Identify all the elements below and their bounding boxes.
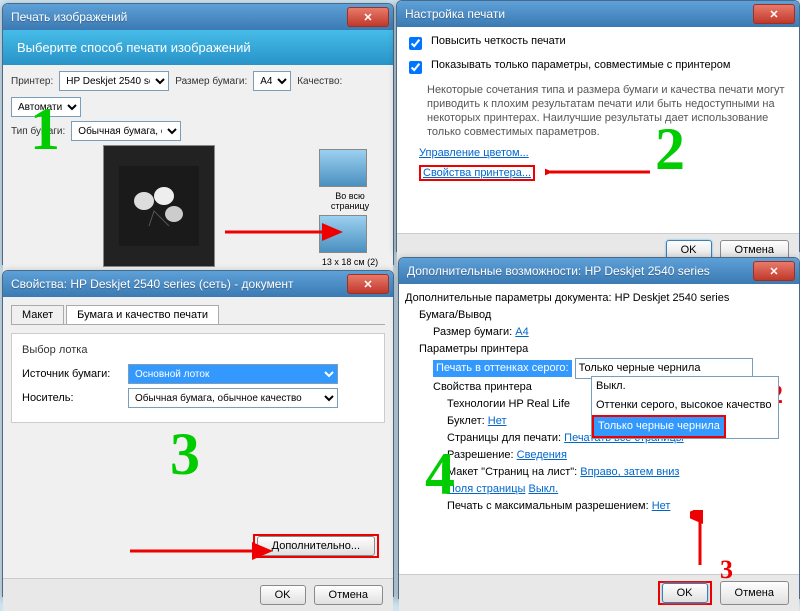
quality-select[interactable]: Автоматически <box>11 97 81 117</box>
close-icon[interactable]: ✕ <box>753 4 795 24</box>
print-pictures-dialog: Печать изображений ✕ Выберите способ печ… <box>2 3 394 265</box>
close-icon[interactable]: ✕ <box>347 274 389 294</box>
compat-description: Некоторые сочетания типа и размера бумаг… <box>405 83 791 147</box>
print-settings-dialog: Настройка печати ✕ Повысить четкость печ… <box>396 0 800 252</box>
quality-label: Качество: <box>297 76 342 87</box>
window-title: Печать изображений <box>7 10 347 24</box>
advanced-button[interactable]: Дополнительно... <box>257 536 375 556</box>
booklet-value[interactable]: Нет <box>488 415 507 427</box>
resolution-value[interactable]: Сведения <box>517 449 567 461</box>
grayscale-dropdown-list[interactable]: Выкл. Оттенки серого, высокое качество Т… <box>591 376 779 439</box>
color-management-link[interactable]: Управление цветом... <box>419 147 529 159</box>
grayscale-label[interactable]: Печать в оттенках серого: <box>433 360 572 377</box>
tree-paper-output[interactable]: Бумага/Вывод <box>419 307 793 324</box>
tray-group-title: Выбор лотка <box>22 344 374 356</box>
sharpen-checkbox[interactable] <box>409 37 422 50</box>
tree-printer-params[interactable]: Параметры принтера <box>419 341 793 358</box>
maxdpi-value[interactable]: Нет <box>652 500 671 512</box>
close-icon[interactable]: ✕ <box>347 7 389 27</box>
printer-properties-dialog: Свойства: HP Deskjet 2540 series (сеть) … <box>2 270 394 597</box>
ok-button[interactable]: OK <box>662 583 708 603</box>
paper-size-value[interactable]: A4 <box>515 326 528 338</box>
ok-button[interactable]: OK <box>260 585 306 605</box>
paper-source-label: Источник бумаги: <box>22 368 122 380</box>
layout-option-full[interactable] <box>319 149 367 187</box>
window-title: Настройка печати <box>401 7 753 21</box>
compatible-only-checkbox[interactable] <box>409 61 422 74</box>
tree-root: Дополнительные параметры документа: HP D… <box>405 290 793 307</box>
titlebar: Печать изображений ✕ <box>3 4 393 30</box>
window-title: Свойства: HP Deskjet 2540 series (сеть) … <box>7 277 347 291</box>
preview-image <box>103 145 215 267</box>
options-tree[interactable]: Дополнительные параметры документа: HP D… <box>405 290 793 515</box>
titlebar: Настройка печати ✕ <box>397 1 799 27</box>
instruction-banner: Выберите способ печати изображений <box>3 30 393 65</box>
cancel-button[interactable]: Отмена <box>314 585 383 605</box>
printer-select[interactable]: HP Deskjet 2540 series (сеть) <box>59 71 169 91</box>
paper-type-select[interactable]: Обычная бумага, обы <box>71 121 181 141</box>
advanced-options-dialog: Дополнительные возможности: HP Deskjet 2… <box>398 257 800 599</box>
media-label: Носитель: <box>22 392 122 404</box>
titlebar: Свойства: HP Deskjet 2540 series (сеть) … <box>3 271 393 297</box>
paper-source-select[interactable]: Основной лоток <box>128 364 338 384</box>
paper-size-select[interactable]: A4 <box>253 71 291 91</box>
cancel-button[interactable]: Отмена <box>720 581 789 605</box>
sharpen-label: Повысить четкость печати <box>431 35 566 47</box>
media-select[interactable]: Обычная бумага, обычное качество <box>128 388 338 408</box>
titlebar: Дополнительные возможности: HP Deskjet 2… <box>399 258 799 284</box>
printer-properties-link[interactable]: Свойства принтера... <box>423 167 531 179</box>
layout-option-13x18[interactable] <box>319 215 367 253</box>
pages-layout-value[interactable]: Вправо, затем вниз <box>580 466 679 478</box>
tab-layout[interactable]: Макет <box>11 305 64 324</box>
tab-paper-quality[interactable]: Бумага и качество печати <box>66 305 219 324</box>
printer-label: Принтер: <box>11 76 53 87</box>
window-title: Дополнительные возможности: HP Deskjet 2… <box>403 264 753 278</box>
paper-type-label: Тип бумаги: <box>11 126 65 137</box>
close-icon[interactable]: ✕ <box>753 261 795 281</box>
dd-option-off[interactable]: Выкл. <box>592 377 778 396</box>
margins-label[interactable]: Поля страницы <box>447 483 525 495</box>
compatible-only-label: Показывать только параметры, совместимые… <box>431 59 730 71</box>
dd-option-gray-hq[interactable]: Оттенки серого, высокое качество <box>592 396 778 415</box>
paper-size-label: Размер бумаги: <box>175 76 247 87</box>
dd-option-black-only[interactable]: Только черные чернила <box>592 415 726 438</box>
